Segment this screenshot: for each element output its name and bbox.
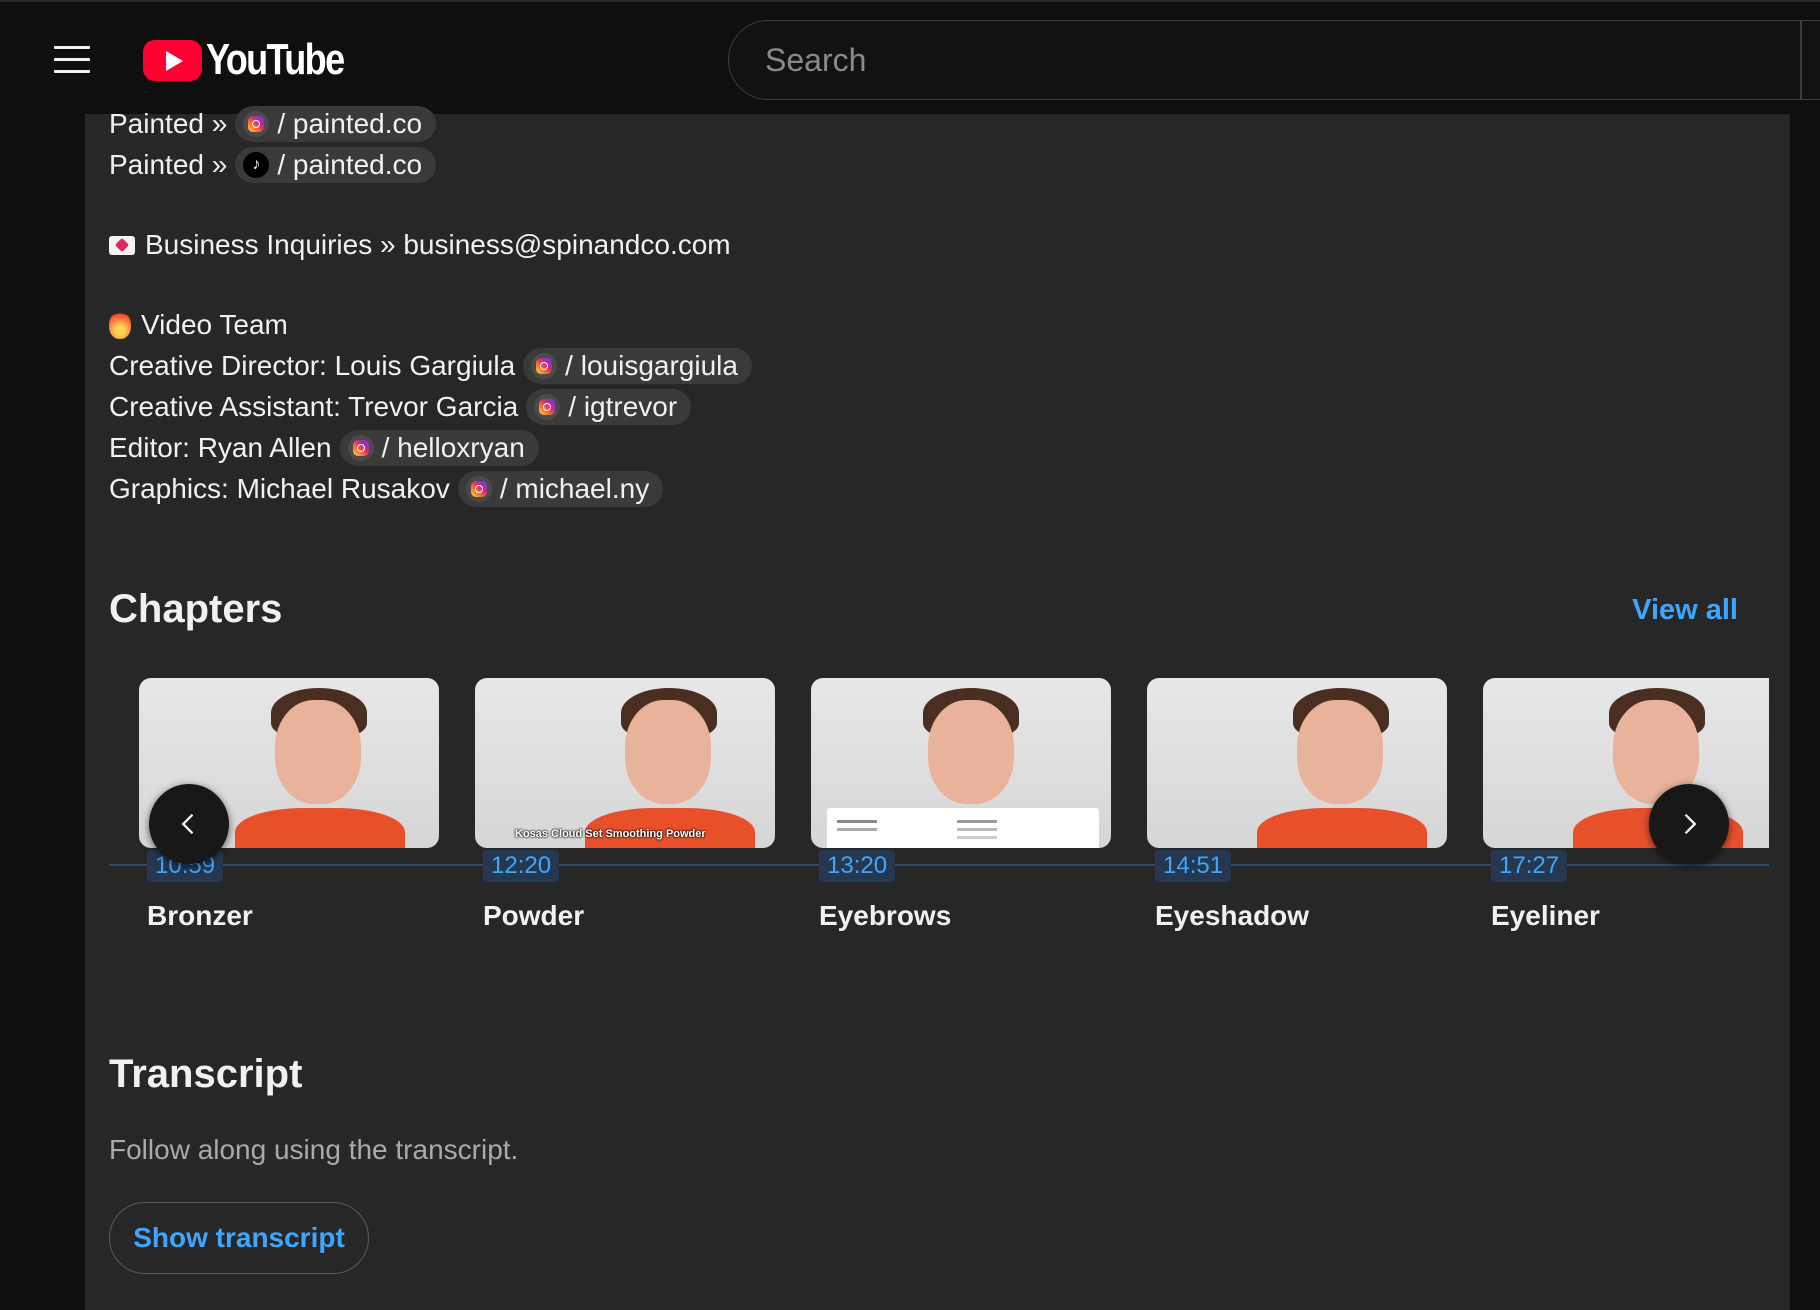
- link-handle: / painted.co: [277, 108, 423, 139]
- menu-icon[interactable]: [46, 40, 98, 80]
- transcript-subtitle: Follow along using the transcript.: [109, 1134, 519, 1165]
- instagram-icon: [243, 111, 270, 137]
- instagram-icon: [347, 435, 374, 461]
- team-role: Creative Director: Louis Gargiula: [109, 350, 516, 381]
- masthead: YouTube: [0, 0, 1820, 114]
- team-line: Creative Assistant: Trevor Garcia / igtr…: [109, 387, 692, 427]
- chapter-title: Eyeshadow: [1155, 900, 1310, 931]
- instagram-link[interactable]: / louisgargiula: [523, 348, 752, 384]
- instagram-icon: [465, 476, 492, 502]
- video-team-text: Video Team: [141, 309, 288, 340]
- chapter-timestamp: 14:51: [1155, 850, 1232, 882]
- chapter-title: Powder: [483, 900, 585, 931]
- search-input[interactable]: [763, 21, 1763, 99]
- search-box: [728, 20, 1820, 100]
- youtube-logo[interactable]: YouTube: [143, 35, 374, 84]
- love-letter-icon: [109, 235, 135, 255]
- logo-text: YouTube: [206, 35, 345, 84]
- instagram-link[interactable]: / michael.ny: [457, 471, 664, 507]
- chapter-timestamp: 17:27: [1491, 850, 1568, 882]
- chevron-right-icon: [1684, 813, 1697, 835]
- chapter-title: Bronzer: [147, 900, 253, 931]
- transcript-title: Transcript: [109, 1052, 303, 1096]
- carousel-next-button[interactable]: [1649, 784, 1729, 864]
- chapter-item-powder[interactable]: Kosas Cloud Set Smoothing Powder 12:20 P…: [445, 664, 775, 954]
- chapter-timestamp: 12:20: [483, 850, 560, 882]
- link-handle: / michael.ny: [499, 473, 650, 504]
- instagram-icon: [534, 394, 561, 420]
- chapter-thumbnail: [1147, 678, 1447, 848]
- business-text: Business Inquiries » business@spinandco.…: [145, 229, 731, 260]
- instagram-link[interactable]: / igtrevor: [526, 389, 692, 425]
- link-handle: / helloxryan: [381, 432, 525, 463]
- team-line: Creative Director: Louis Gargiula / loui…: [109, 346, 752, 386]
- social-prefix: Painted »: [109, 149, 228, 180]
- thumbnail-overlay-text: Kosas Cloud Set Smoothing Powder: [515, 828, 706, 840]
- carousel-prev-button[interactable]: [149, 784, 229, 864]
- show-transcript-button[interactable]: Show transcript: [109, 1202, 369, 1274]
- team-line: Editor: Ryan Allen / helloxryan: [109, 428, 539, 468]
- chapter-item-eyeshadow[interactable]: 14:51 Eyeshadow: [1117, 664, 1447, 954]
- team-line: Graphics: Michael Rusakov / michael.ny: [109, 469, 664, 509]
- video-team-heading: Video Team: [109, 305, 288, 345]
- link-handle: / louisgargiula: [565, 350, 738, 381]
- chapter-title: Eyebrows: [819, 900, 952, 931]
- social-prefix: Painted »: [109, 108, 228, 139]
- tiktok-icon: ♪: [243, 152, 270, 178]
- link-handle: / painted.co: [277, 149, 423, 180]
- play-icon: [143, 39, 202, 81]
- social-line: Painted » ♪ / painted.co: [109, 145, 437, 185]
- link-handle: / igtrevor: [568, 391, 678, 422]
- chapter-title: Eyeliner: [1491, 900, 1600, 931]
- chevron-left-icon: [181, 813, 194, 835]
- instagram-icon: [531, 353, 558, 379]
- chapters-carousel: 10:59 Bronzer Kosas Cloud Set Smoothing …: [109, 664, 1769, 964]
- social-line: Painted » / painted.co: [109, 104, 437, 144]
- chapter-item-eyebrows[interactable]: 13:20 Eyebrows: [781, 664, 1111, 954]
- business-line: Business Inquiries » business@spinandco.…: [109, 225, 731, 265]
- team-role: Editor: Ryan Allen: [109, 432, 332, 463]
- search-divider: [1800, 20, 1802, 100]
- chapter-thumbnail: [811, 678, 1111, 848]
- team-role: Creative Assistant: Trevor Garcia: [109, 391, 519, 422]
- tiktok-link[interactable]: ♪ / painted.co: [235, 147, 437, 183]
- instagram-link[interactable]: / painted.co: [235, 106, 437, 142]
- chapter-thumbnail: Kosas Cloud Set Smoothing Powder: [475, 678, 775, 848]
- chapter-timestamp: 13:20: [819, 850, 896, 882]
- description-panel: Painted » / painted.co Painted » ♪ / pai…: [85, 106, 1790, 1310]
- team-role: Graphics: Michael Rusakov: [109, 473, 450, 504]
- chapters-title: Chapters: [109, 587, 283, 631]
- fire-icon: [109, 311, 131, 339]
- instagram-link[interactable]: / helloxryan: [339, 430, 539, 466]
- review-card-overlay: [827, 808, 1099, 848]
- view-all-link[interactable]: View all: [1632, 594, 1738, 627]
